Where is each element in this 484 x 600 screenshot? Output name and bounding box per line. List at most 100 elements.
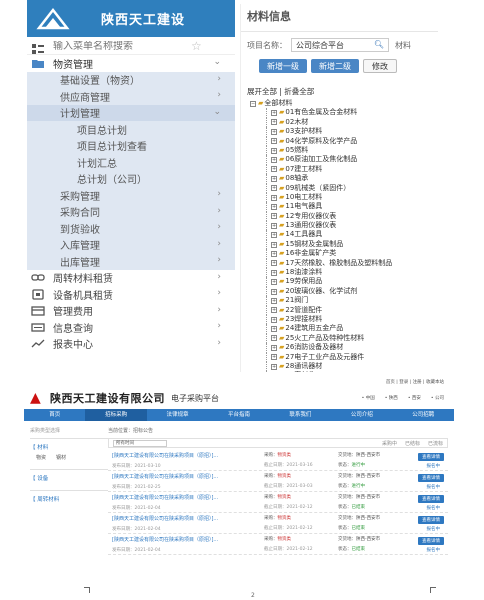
expand-icon[interactable]: +: [271, 269, 277, 276]
region-link[interactable]: • 公司: [431, 395, 444, 401]
tree-node[interactable]: + ▰ 07建工材料: [247, 164, 438, 175]
tree-node[interactable]: + ▰ 09机械类（紧固件）: [247, 183, 438, 194]
tree-node[interactable]: + ▰ 17天然橡胶、橡胶制品及塑料制品: [247, 258, 438, 269]
tree-node[interactable]: +▰29密封件: [247, 371, 438, 372]
expand-icon[interactable]: +: [271, 288, 277, 295]
menu-search-input[interactable]: [53, 40, 183, 52]
expand-icon[interactable]: +: [271, 110, 277, 117]
nav-law[interactable]: 法律规章: [147, 409, 208, 421]
filter-chip[interactable]: 已结标: [405, 440, 420, 447]
expand-collapse-links[interactable]: 展开全部 | 折叠全部: [247, 86, 438, 97]
expand-icon[interactable]: +: [271, 279, 277, 286]
expand-icon[interactable]: +: [271, 194, 277, 201]
expand-icon[interactable]: +: [271, 344, 277, 351]
expand-icon[interactable]: +: [271, 157, 277, 164]
register-link[interactable]: 报名中: [427, 463, 441, 469]
menu-item-arrival[interactable]: 到货验收 ›: [27, 220, 235, 237]
collapse-icon[interactable]: −: [250, 100, 256, 107]
tree-node[interactable]: + ▰ 03支护材料: [247, 127, 438, 137]
region-link[interactable]: • 中国: [362, 395, 375, 401]
register-link[interactable]: 报名中: [427, 547, 441, 553]
expand-icon[interactable]: +: [271, 335, 277, 342]
tree-node[interactable]: + ▰ 27电子工业产品及元器件: [247, 352, 438, 363]
expand-icon[interactable]: +: [271, 185, 277, 192]
top-links[interactable]: 首页 | 登录 | 注册 | 收藏本站: [24, 379, 454, 387]
menu-group-query[interactable]: 信息查询 ›: [27, 319, 235, 336]
sidebar-group-equipment[interactable]: 【 设备: [30, 469, 108, 490]
expand-icon[interactable]: +: [271, 138, 277, 145]
tree-node[interactable]: + ▰ 04化学原料及化学产品: [247, 136, 438, 147]
menu-item-inbound[interactable]: 入库管理 ›: [27, 237, 235, 254]
bid-title-link[interactable]: [陕西天工建设有限公司在陕采购项目（原招）]...: [112, 452, 262, 459]
region-link[interactable]: • 陕西: [385, 395, 398, 401]
filter-chip[interactable]: 采购中: [382, 440, 397, 447]
tree-node[interactable]: + ▰ 18油漆涂料: [247, 268, 438, 278]
expand-icon[interactable]: +: [271, 363, 277, 370]
nav-bidding[interactable]: 招标采购: [85, 409, 147, 421]
expand-icon[interactable]: +: [271, 307, 277, 314]
expand-icon[interactable]: +: [271, 297, 277, 304]
tree-node[interactable]: + ▰ 19劳保用品: [247, 277, 438, 288]
tree-node[interactable]: + ▰ 22管道配件: [247, 305, 438, 316]
expand-icon[interactable]: +: [271, 222, 277, 229]
tree-node[interactable]: + ▰ 05燃料: [247, 145, 438, 156]
tree-node[interactable]: + ▰ 26消防设备及器材: [247, 343, 438, 353]
menu-group-equipment[interactable]: 设备机具租赁 ›: [27, 286, 235, 303]
expand-icon[interactable]: +: [271, 354, 277, 361]
expand-icon[interactable]: +: [271, 119, 277, 126]
register-link[interactable]: 报名中: [427, 484, 441, 490]
menu-item-contract[interactable]: 采购合同 ›: [27, 204, 235, 221]
tree-node[interactable]: + ▰ 15钢材及金属制品: [247, 239, 438, 250]
view-details-button[interactable]: 查看详情: [418, 453, 444, 461]
nav-home[interactable]: 首页: [24, 409, 85, 421]
add-level2-button[interactable]: 新增二级: [311, 59, 359, 73]
menu-group-turnover[interactable]: 周转材料租赁 ›: [27, 270, 235, 287]
tree-node[interactable]: + ▰ 02木材: [247, 117, 438, 128]
sidebar-group-turnover[interactable]: 【 周转材料: [30, 490, 108, 511]
nav-about[interactable]: 公司介绍: [331, 409, 392, 421]
expand-icon[interactable]: +: [271, 250, 277, 257]
register-link[interactable]: 报名中: [427, 505, 441, 511]
filter-chip[interactable]: 已流标: [428, 440, 443, 447]
tree-node[interactable]: + ▰ 28通讯器材: [247, 361, 438, 372]
expand-icon[interactable]: +: [271, 213, 277, 220]
expand-icon[interactable]: +: [271, 260, 277, 267]
expand-icon[interactable]: +: [271, 166, 277, 173]
bid-title-link[interactable]: [陕西天工建设有限公司在陕采购项目（原招）]...: [112, 536, 262, 543]
bid-title-link[interactable]: [陕西天工建设有限公司在陕采购项目（原招）]...: [112, 494, 262, 501]
edit-button[interactable]: 修改: [363, 59, 397, 73]
tree-node[interactable]: + ▰ 23焊接材料: [247, 314, 438, 325]
bid-title-link[interactable]: [陕西天工建设有限公司在陕采购项目（原招）]...: [112, 473, 262, 480]
expand-icon[interactable]: +: [271, 232, 277, 239]
expand-icon[interactable]: +: [271, 241, 277, 248]
menu-item-plan[interactable]: 计划管理 ⌄: [27, 104, 235, 121]
expand-icon[interactable]: +: [271, 128, 277, 135]
menu-item-project-plan-view[interactable]: 项目总计划查看: [27, 138, 235, 155]
tree-node[interactable]: + ▰ 10电工材料: [247, 192, 438, 203]
menu-group-materials[interactable]: 物资管理 ⌄: [27, 55, 235, 72]
tree-node[interactable]: + ▰ 21阀门: [247, 296, 438, 307]
expand-icon[interactable]: +: [271, 316, 277, 323]
menu-group-fees[interactable]: 管理费用 ›: [27, 303, 235, 320]
sidebar-sub-item[interactable]: 物资: [36, 454, 46, 461]
nav-guide[interactable]: 平台指南: [208, 409, 269, 421]
menu-item-company-plan[interactable]: 总计划（公司）: [27, 171, 235, 188]
sidebar-group-materials[interactable]: 【 材料 物资 钢材: [30, 438, 108, 469]
tree-node[interactable]: + ▰ 20玻璃仪器、化学试剂: [247, 286, 438, 297]
tree-node[interactable]: + ▰ 14工具器具: [247, 230, 438, 241]
tree-node[interactable]: + ▰ 11电气器具: [247, 202, 438, 213]
view-details-button[interactable]: 查看详情: [418, 516, 444, 524]
view-details-button[interactable]: 查看详情: [418, 537, 444, 545]
tree-node[interactable]: + ▰ 25火工产品及特种性材料: [247, 333, 438, 344]
favorite-star-icon[interactable]: ☆: [191, 39, 202, 53]
project-select[interactable]: 公司综合平台 🔍︎: [291, 38, 389, 52]
tree-node[interactable]: + ▰ 12专用仪器仪表: [247, 211, 438, 222]
tree-node[interactable]: + ▰ 16非金属矿产类: [247, 249, 438, 260]
menu-item-basic-settings[interactable]: 基础设置（物资） ›: [27, 72, 235, 89]
nav-contact[interactable]: 联系我们: [270, 409, 331, 421]
tree-node[interactable]: + ▰ 06原油加工及焦化制品: [247, 155, 438, 166]
time-filter-select[interactable]: 所有时间: [113, 439, 167, 447]
tree-node[interactable]: + ▰ 01有色金属及合金材料: [247, 108, 438, 119]
tree-node[interactable]: + ▰ 24建筑用五金产品: [247, 324, 438, 335]
tree-node[interactable]: + ▰ 08轴承: [247, 174, 438, 184]
